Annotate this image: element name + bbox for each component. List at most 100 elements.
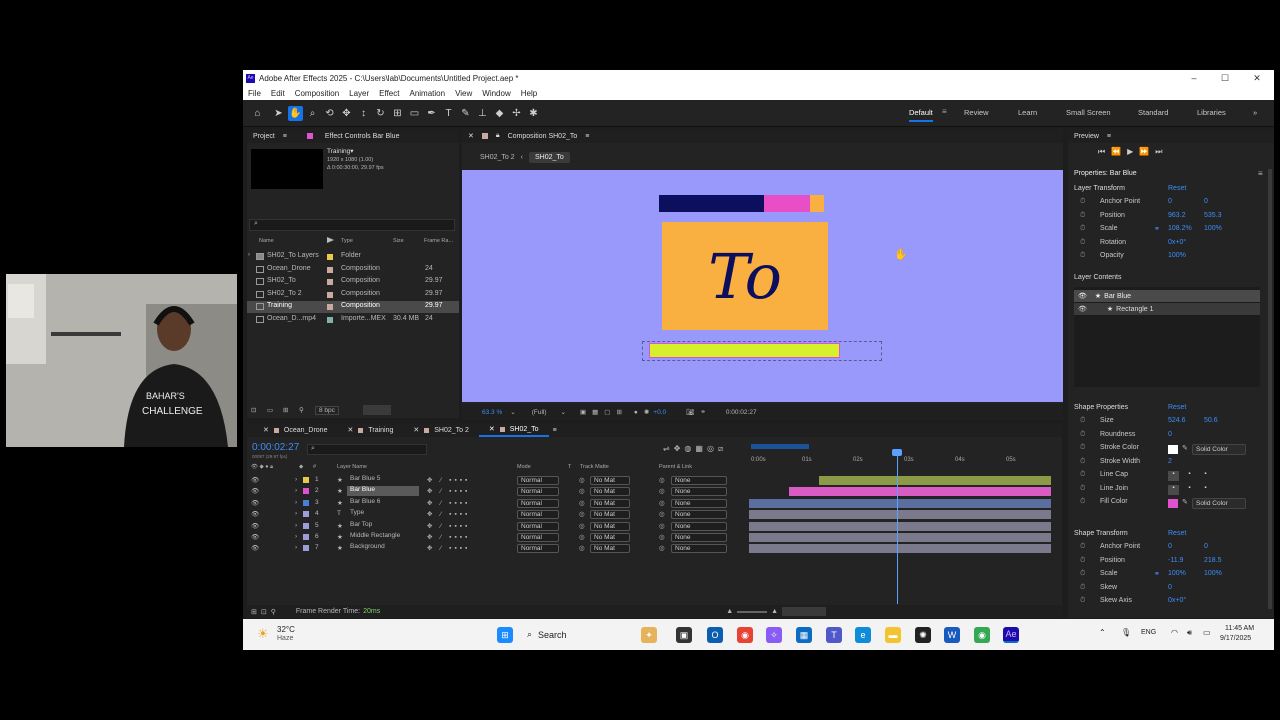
interpret-footage-icon[interactable]: ⊡ <box>251 406 256 414</box>
workspace-small-screen[interactable]: Small Screen <box>1066 108 1111 117</box>
panel-menu-icon[interactable]: ≡ <box>585 133 589 140</box>
property-value[interactable]: 0x+0° <box>1168 239 1186 246</box>
puppet-tool-icon[interactable]: ✱ <box>526 106 541 121</box>
render-queue-icon[interactable]: ⚲ <box>299 406 304 414</box>
stopwatch-icon[interactable]: ⏱︎ <box>1080 570 1085 578</box>
clone-stamp-icon[interactable]: ⊥ <box>475 106 490 121</box>
home-icon[interactable]: ⌂ <box>250 106 265 121</box>
expand-arrow-icon[interactable]: › <box>295 499 297 506</box>
layer-transform-reset[interactable]: Reset <box>1168 185 1186 192</box>
menu-layer[interactable]: Layer <box>349 89 369 98</box>
label-color-icon[interactable] <box>303 499 309 506</box>
col-name[interactable]: Name <box>259 238 274 244</box>
stopwatch-icon[interactable]: ⏱︎ <box>1080 498 1085 506</box>
fill-color-swatch[interactable] <box>1168 499 1178 508</box>
property-value[interactable]: 218.5 <box>1204 557 1222 564</box>
stopwatch-icon[interactable]: ⏱︎ <box>1080 225 1085 233</box>
track-matte-icon[interactable]: ◎ <box>579 522 585 530</box>
col-type[interactable]: Type <box>341 238 353 244</box>
parent-pickwhip-icon[interactable]: ◎ <box>659 476 665 484</box>
exposure-value[interactable]: +0.0 <box>653 409 666 416</box>
weather-temp[interactable]: 32°C <box>277 625 295 634</box>
project-item[interactable]: › SH02_To Layers Folder <box>247 251 459 263</box>
label-color-icon[interactable] <box>327 291 333 298</box>
playhead-handle[interactable] <box>892 449 902 456</box>
col-frame-rate[interactable]: Frame Ra... <box>424 238 453 244</box>
parent-dropdown[interactable]: None <box>671 510 727 520</box>
layer-duration-bar[interactable] <box>789 487 1051 497</box>
comp-timecode[interactable]: 0:00:02:27 <box>726 409 757 416</box>
current-time-indicator[interactable] <box>897 451 898 604</box>
visibility-eye-icon[interactable]: 👁︎ <box>251 487 259 495</box>
zoom-slider[interactable] <box>737 610 768 613</box>
new-folder-icon[interactable]: ▭ <box>267 406 273 414</box>
menu-edit[interactable]: Edit <box>271 89 285 98</box>
stroke-color-swatch[interactable] <box>1168 445 1178 454</box>
project-item[interactable]: Training Composition 29.97 <box>247 301 459 314</box>
timeline-search-input[interactable]: ⌕ <box>307 444 427 455</box>
widgets-icon[interactable]: ✦ <box>641 627 657 643</box>
stroke-type-dropdown[interactable]: Solid Color <box>1192 444 1246 455</box>
line-cap-square-icon[interactable]: ▪ <box>1200 471 1211 481</box>
line-join-miter-icon[interactable]: ▪ <box>1168 485 1179 495</box>
motion-blur-icon[interactable]: ◎ <box>707 444 718 453</box>
next-frame-icon[interactable]: ⏩ <box>1139 147 1155 156</box>
property-value[interactable]: 100% <box>1168 570 1186 577</box>
type-tool-icon[interactable]: T <box>441 106 456 121</box>
property-value[interactable]: 0x+0° <box>1168 597 1186 604</box>
fill-type-dropdown[interactable]: Solid Color <box>1192 498 1246 509</box>
track-matte-dropdown[interactable]: No Mat <box>590 510 630 520</box>
workspace-menu-icon[interactable]: ≡ <box>942 107 947 116</box>
visibility-eye-icon[interactable]: 👁︎ <box>251 544 259 552</box>
layer-switches-icon[interactable]: ✥ ⁄ ▪▪▪▪ <box>427 499 470 507</box>
constrain-link-icon[interactable]: ⚭ <box>1154 225 1160 233</box>
project-search-input[interactable]: ⌕ <box>249 219 455 231</box>
mode-dropdown[interactable]: Normal <box>517 498 559 508</box>
color-channels-icon[interactable]: ● <box>634 409 638 416</box>
timeline-layer-row[interactable]: 👁︎ › 3 ★ Bar Blue 6 ✥ ⁄ ▪▪▪▪ Normal ◎ No Mat ◎ Non… <box>247 498 747 509</box>
timeline-tab[interactable]: ✕ Training <box>337 423 403 437</box>
parent-pickwhip-icon[interactable]: ◎ <box>659 499 665 507</box>
track-matte-icon[interactable]: ◎ <box>579 499 585 507</box>
timeline-layer-row[interactable]: 👁︎ › 5 ★ Bar Top ✥ ⁄ ▪▪▪▪ Normal ◎ No Mat ◎ None <box>247 521 747 532</box>
new-composition-icon[interactable]: ⊞ <box>283 406 288 414</box>
resolution-chevron-icon[interactable]: ⌄ <box>561 408 566 416</box>
selection-tool-icon[interactable]: ➤ <box>271 106 286 121</box>
layer-duration-bar[interactable] <box>749 521 1051 531</box>
eraser-tool-icon[interactable]: ◆ <box>492 106 507 121</box>
parent-pickwhip-icon[interactable]: ◎ <box>659 533 665 541</box>
tab-project[interactable]: Project <box>253 133 275 140</box>
content-bar-blue[interactable]: 👁︎ ★ Bar Blue <box>1074 290 1260 302</box>
line-cap-butt-icon[interactable]: ▪ <box>1168 471 1179 481</box>
graph-editor-icon[interactable]: ⧄ <box>718 444 727 453</box>
property-value[interactable]: 0 <box>1168 198 1172 205</box>
chatgpt-icon[interactable]: ✺ <box>915 627 931 643</box>
project-item[interactable]: Ocean_D...mp4 Importe...MEX 30.4 MB 24 <box>247 314 459 326</box>
more-workspaces-icon[interactable]: » <box>1253 108 1257 117</box>
zoom-tool-icon[interactable]: ⌕ <box>305 106 320 121</box>
tray-overflow-icon[interactable]: ⌃ <box>1099 628 1106 637</box>
color-swatch[interactable] <box>363 405 391 415</box>
work-area-bar[interactable] <box>751 444 809 449</box>
draft-3d-icon[interactable]: ✥ <box>674 444 685 453</box>
menu-view[interactable]: View <box>455 89 472 98</box>
label-color-icon[interactable] <box>327 317 333 323</box>
time-ruler[interactable]: 0:00s 01s 02s 03s 04s 05s <box>747 440 1057 470</box>
label-color-icon[interactable] <box>303 511 309 518</box>
battery-icon[interactable]: ▭ <box>1203 628 1211 637</box>
properties-menu-icon[interactable]: ≡ <box>1258 169 1263 178</box>
property-value[interactable]: 0 <box>1168 431 1172 438</box>
layer-duration-bar[interactable] <box>749 498 1051 508</box>
play-icon[interactable]: ▶ <box>1127 147 1139 156</box>
panel-menu-icon[interactable]: ≡ <box>283 133 287 140</box>
layer-duration-bar[interactable] <box>749 544 1051 554</box>
properties-scrollbar[interactable] <box>1268 169 1272 609</box>
workspace-default[interactable]: Default <box>909 108 933 122</box>
tab-effect-controls[interactable]: Effect Controls Bar Blue <box>325 133 400 140</box>
menu-file[interactable]: File <box>248 89 261 98</box>
layer-switches-icon[interactable]: ✥ ⁄ ▪▪▪▪ <box>427 522 470 530</box>
expand-arrow-icon[interactable]: › <box>295 522 297 529</box>
label-color-icon[interactable] <box>303 477 309 483</box>
layer-switches-icon[interactable]: ✥ ⁄ ▪▪▪▪ <box>427 544 470 552</box>
layer-name[interactable]: Bar Blue 6 <box>347 498 383 508</box>
